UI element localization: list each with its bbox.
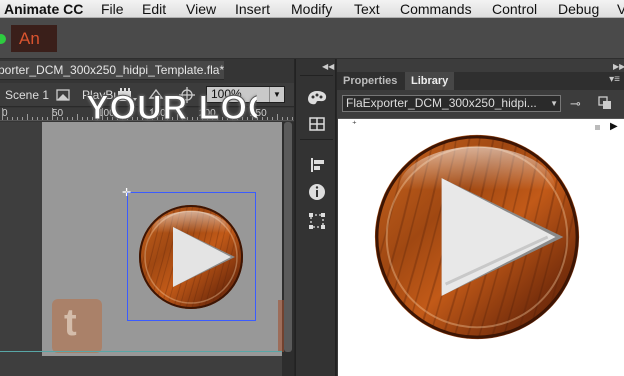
panel-menu-icon[interactable]: ▾≡	[609, 74, 620, 85]
panel-tabs: Properties Library ▾≡	[337, 72, 624, 90]
collapse-icon[interactable]: ▶▶	[613, 62, 624, 71]
ruler-tick	[67, 117, 68, 120]
ruler-tick	[277, 114, 278, 120]
ruler-tick	[262, 117, 263, 120]
chevron-down-icon[interactable]: ▼	[550, 96, 558, 111]
menu-window[interactable]: V	[617, 0, 624, 17]
ruler-tick	[17, 117, 18, 120]
ruler-tick	[2, 108, 3, 120]
tab-library[interactable]: Library	[405, 72, 455, 90]
registration-point-icon: ✛	[122, 187, 132, 199]
collapsed-panels-strip: ◀◀	[295, 59, 336, 376]
preview-play-icon[interactable]: ▶	[610, 121, 618, 132]
transform-icon[interactable]	[306, 211, 328, 231]
menu-debug[interactable]: Debug	[558, 0, 599, 17]
pin-library-icon[interactable]: ⊸	[570, 96, 581, 112]
library-preview: ⁺ ▶	[338, 118, 624, 376]
guide-line	[0, 351, 282, 352]
animate-logo: An	[11, 25, 57, 52]
twitter-icon[interactable]: t	[52, 299, 102, 353]
align-icon[interactable]	[306, 155, 328, 175]
palette-icon[interactable]	[306, 88, 328, 108]
new-library-panel-icon[interactable]	[598, 96, 612, 110]
app-menu[interactable]: Animate CC	[4, 0, 83, 17]
menu-modify[interactable]: Modify	[291, 0, 332, 17]
library-document-name: FlaExporter_DCM_300x250_hidpi...	[346, 96, 537, 110]
ruler-tick	[287, 117, 288, 120]
ruler-tick	[7, 117, 8, 120]
menu-bar: Animate CC File Edit View Insert Modify …	[0, 0, 624, 18]
twitter-glyph: t	[64, 302, 77, 344]
collapse-icon[interactable]: ◀◀	[322, 62, 334, 71]
ruler-tick	[32, 117, 33, 120]
ruler-tick	[272, 117, 273, 120]
ruler-tick	[257, 117, 258, 120]
ruler-tick	[62, 117, 63, 120]
ruler-tick	[72, 117, 73, 120]
stage-edge-graphic	[278, 300, 284, 352]
ruler-tick	[77, 114, 78, 120]
ruler-tick	[22, 117, 23, 120]
info-icon[interactable]	[306, 182, 328, 202]
library-panel: ▶▶ Properties Library ▾≡ FlaExporter_DCM…	[337, 59, 624, 376]
chevron-down-icon[interactable]: ▼	[269, 87, 284, 102]
ruler-tick	[267, 117, 268, 120]
menu-text[interactable]: Text	[354, 0, 380, 17]
ruler-tick	[42, 117, 43, 120]
ruler-tick	[12, 117, 13, 120]
green-dot-icon	[0, 34, 6, 44]
grid-icon[interactable]	[306, 114, 328, 134]
ruler-tick	[292, 117, 293, 120]
menu-commands[interactable]: Commands	[400, 0, 472, 17]
preview-registration-mark: ⁺	[352, 119, 357, 129]
menu-edit[interactable]: Edit	[142, 0, 166, 17]
ruler-tick	[47, 117, 48, 120]
menu-file[interactable]: File	[101, 0, 124, 17]
scrollbar-thumb[interactable]	[284, 122, 292, 352]
ruler-tick	[37, 117, 38, 120]
ruler-tick	[282, 117, 283, 120]
menu-insert[interactable]: Insert	[235, 0, 270, 17]
menu-control[interactable]: Control	[492, 0, 537, 17]
ruler-tick	[27, 114, 28, 120]
selection-bounding-box	[127, 192, 256, 321]
ruler-tick	[82, 117, 83, 120]
menu-view[interactable]: View	[186, 0, 216, 17]
ruler-tick	[57, 117, 58, 120]
library-preview-graphic	[374, 134, 580, 340]
app-bar: An	[0, 18, 624, 59]
scene-label[interactable]: Scene 1	[5, 88, 49, 102]
document-tab[interactable]: porter_DCM_300x250_hidpi_Template.fla*	[0, 61, 224, 80]
tab-properties[interactable]: Properties	[337, 72, 403, 90]
edit-scene-icon[interactable]	[55, 87, 71, 103]
ruler-tick	[52, 108, 53, 120]
preview-stop-icon[interactable]	[595, 125, 600, 130]
library-document-select[interactable]: FlaExporter_DCM_300x250_hidpi... ▼	[342, 95, 561, 112]
